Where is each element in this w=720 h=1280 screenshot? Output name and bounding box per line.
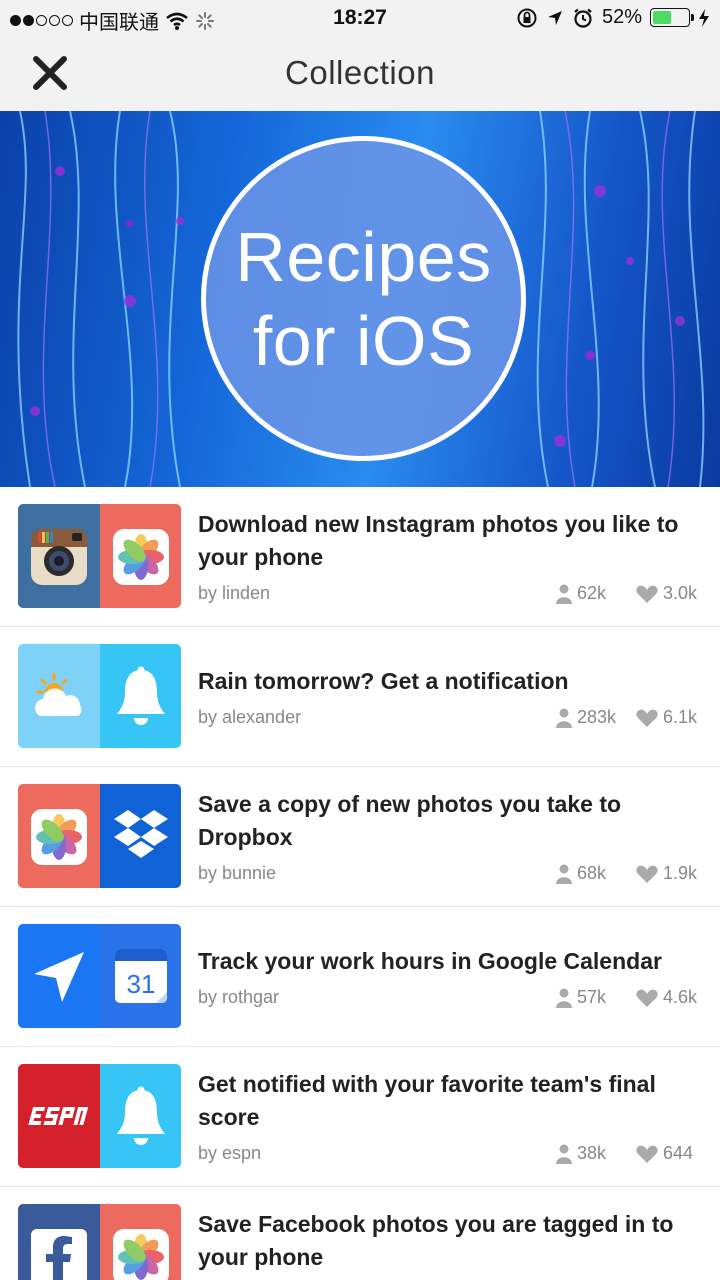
page-title: Collection (285, 54, 435, 91)
recipe-thumbnail: 31 (18, 924, 181, 1028)
likes-stat: 6.1k (636, 707, 697, 728)
recipe-row[interactable]: Save a copy of new photos you take to Dr… (0, 767, 720, 907)
recipe-thumbnail (18, 784, 181, 888)
instagram-icon (18, 504, 100, 608)
dropbox-icon (99, 784, 181, 888)
likes-count: 644 (663, 1143, 694, 1163)
recipe-thumbnail (18, 504, 181, 608)
recipe-thumbnail (18, 644, 181, 748)
alarm-icon (574, 8, 592, 28)
espn-icon (18, 1064, 100, 1168)
weather-icon (18, 644, 100, 748)
rotation-lock-icon (517, 8, 537, 27)
users-count: 38k (577, 1143, 607, 1163)
hero-title-line2: for iOS (252, 301, 475, 380)
recipe-title[interactable]: Save Facebook photos you are tagged in t… (198, 1208, 703, 1274)
likes-count: 1.9k (663, 863, 698, 883)
user-icon (556, 988, 572, 1008)
location-arrow-icon (18, 924, 100, 1028)
user-icon (556, 584, 572, 604)
status-bar: 中国联通 18:27 52% (0, 0, 720, 36)
recipe-title[interactable]: Track your work hours in Google Calendar (198, 945, 703, 978)
recipe-title[interactable]: Download new Instagram photos you like t… (198, 508, 703, 574)
users-stat: 57k (556, 987, 606, 1008)
users-count: 283k (577, 707, 617, 727)
users-count: 68k (577, 863, 607, 883)
google-calendar-icon: 31 (99, 924, 181, 1028)
hero-title-line1: Recipes (235, 217, 492, 296)
battery-level (653, 11, 671, 24)
heart-icon (636, 989, 658, 1007)
recipe-author[interactable]: by rothgar (198, 987, 279, 1008)
users-stat: 62k (556, 583, 606, 604)
hero-title-circle: Recipes for iOS (201, 136, 526, 461)
user-icon (556, 1144, 572, 1164)
svg-text:31: 31 (126, 969, 155, 999)
likes-count: 6.1k (663, 707, 698, 727)
collection-hero-banner: Recipes for iOS (0, 111, 720, 487)
recipe-title[interactable]: Rain tomorrow? Get a notification (198, 665, 703, 698)
status-right: 52% (516, 6, 710, 29)
recipe-title[interactable]: Save a copy of new photos you take to Dr… (198, 788, 703, 854)
heart-icon (636, 709, 658, 727)
battery-percent: 52% (601, 6, 642, 28)
nav-bar: Collection (0, 36, 720, 111)
recipe-row[interactable]: Rain tomorrow? Get a notification by ale… (0, 627, 720, 767)
likes-count: 3.0k (663, 583, 698, 603)
facebook-icon (18, 1204, 100, 1280)
heart-icon (636, 865, 658, 883)
recipe-row[interactable]: Get notified with your favorite team's f… (0, 1047, 720, 1187)
recipe-row[interactable]: 31 Track your work hours in Google Calen… (0, 907, 720, 1047)
recipe-thumbnail (18, 1204, 181, 1280)
user-icon (556, 708, 572, 728)
likes-stat: 1.9k (636, 863, 697, 884)
users-stat: 283k (556, 707, 616, 728)
photos-icon (18, 784, 100, 888)
users-count: 62k (577, 583, 607, 603)
heart-icon (636, 585, 658, 603)
recipe-row[interactable]: Save Facebook photos you are tagged in t… (0, 1187, 720, 1280)
recipe-author[interactable]: by espn (198, 1143, 261, 1164)
likes-stat: 4.6k (636, 987, 697, 1008)
bell-icon (99, 644, 181, 748)
users-stat: 38k (556, 1143, 606, 1164)
likes-stat: 3.0k (636, 583, 697, 604)
recipe-thumbnail (18, 1064, 181, 1168)
battery-icon (650, 8, 694, 27)
users-count: 57k (577, 987, 607, 1007)
recipe-title[interactable]: Get notified with your favorite team's f… (198, 1068, 703, 1134)
likes-stat: 644 (636, 1143, 693, 1164)
user-icon (556, 864, 572, 884)
recipe-author[interactable]: by alexander (198, 707, 301, 728)
likes-count: 4.6k (663, 987, 698, 1007)
recipe-author[interactable]: by linden (198, 583, 270, 604)
users-stat: 68k (556, 863, 606, 884)
bell-icon (99, 1064, 181, 1168)
heart-icon (636, 1145, 658, 1163)
charging-bolt-icon (699, 8, 709, 27)
recipe-row[interactable]: Download new Instagram photos you like t… (0, 487, 720, 627)
photos-icon (99, 504, 181, 608)
location-services-icon (547, 10, 562, 25)
recipe-author[interactable]: by bunnie (198, 863, 276, 884)
photos-icon (99, 1204, 181, 1280)
